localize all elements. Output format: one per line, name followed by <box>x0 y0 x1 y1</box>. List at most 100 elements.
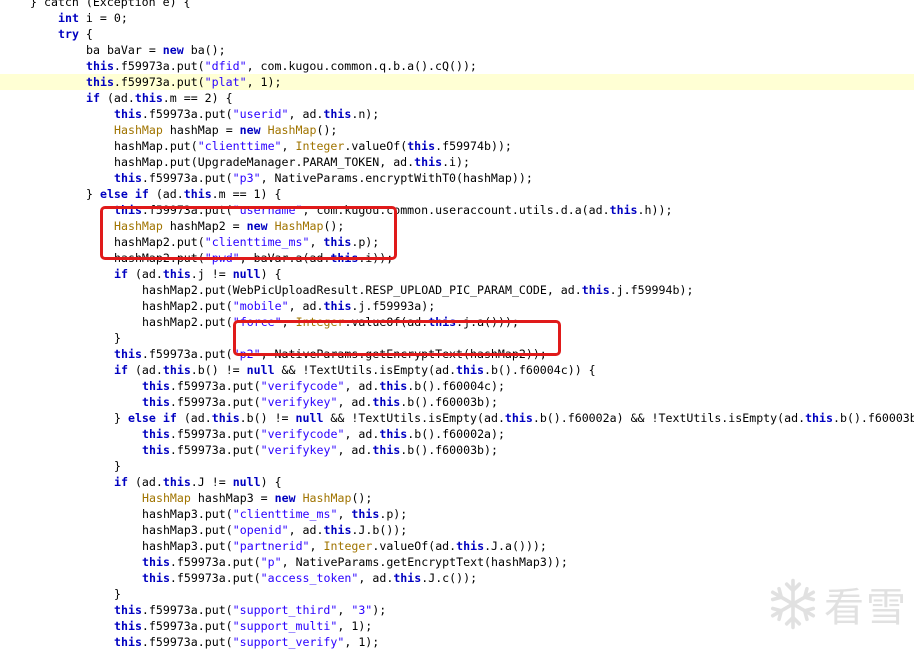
code-token: "verifycode" <box>260 427 345 441</box>
code-token: } <box>114 411 128 425</box>
code-token: i = 0; <box>78 11 128 25</box>
code-token: && !TextUtils.isEmpty(ad. <box>274 363 457 377</box>
code-token: .b().f60004c)) { <box>483 363 596 377</box>
code-line: this.f59973a.put("verifycode", ad.this.b… <box>0 426 914 442</box>
code-token: "verifykey" <box>260 443 338 457</box>
code-token: .J.a())); <box>484 539 547 553</box>
code-line: this.f59973a.put("verifycode", ad.this.b… <box>0 378 914 394</box>
code-token: .f59973a.put( <box>141 603 233 617</box>
code-line: hashMap3.put("openid", ad.this.J.b()); <box>0 522 914 538</box>
code-line: } <box>0 458 914 474</box>
code-token: .b().f60003b <box>833 411 914 425</box>
code-token: if <box>114 475 128 489</box>
code-token: this <box>456 363 484 377</box>
code-token: null <box>295 411 324 425</box>
code-token: this <box>323 523 352 537</box>
code-token: .b().f60002a); <box>407 427 505 441</box>
code-token: .f59973a.put( <box>141 107 233 121</box>
code-token: this <box>114 619 142 633</box>
code-line: this.f59973a.put("p", NativeParams.getEn… <box>0 554 914 570</box>
code-line: hashMap.put("clienttime", Integer.valueO… <box>0 138 914 154</box>
code-token: ) { <box>260 267 282 281</box>
code-token: .f59973a.put( <box>169 555 261 569</box>
code-token: ba baVar = <box>86 43 163 57</box>
code-token: "verifycode" <box>260 379 345 393</box>
code-token: else if <box>127 411 177 425</box>
kanxue-watermark: 看雪 <box>766 575 908 633</box>
code-token: null <box>232 267 261 281</box>
code-token: , ad. <box>288 107 324 121</box>
annotation-box-hashmap2 <box>100 206 397 260</box>
code-token: .p); <box>379 507 408 521</box>
code-token: , NativeParams.getEncryptText(hashMap3))… <box>281 555 568 569</box>
code-token: HashMap <box>267 123 317 137</box>
code-token: if <box>114 363 128 377</box>
code-token: hashMap3.put( <box>142 539 233 553</box>
code-token: this <box>142 443 170 457</box>
code-token: , ad. <box>288 523 324 537</box>
code-token: .m == 2) { <box>162 91 233 105</box>
code-token: .b() != <box>239 411 296 425</box>
code-token: new <box>274 491 296 505</box>
code-token: this <box>86 59 114 73</box>
code-token: .h)); <box>637 203 673 217</box>
code-token: "3" <box>351 603 373 617</box>
code-token: .m == 1) { <box>211 187 282 201</box>
code-token: this <box>183 187 212 201</box>
code-token: "userid" <box>232 107 289 121</box>
code-token: this <box>134 91 163 105</box>
code-token: this <box>114 603 142 617</box>
code-token: , 1); <box>246 75 282 89</box>
code-token: null <box>232 475 261 489</box>
code-token: "support_multi" <box>232 619 338 633</box>
code-token: } <box>114 331 121 345</box>
code-line: } catch (Exception e) { <box>0 0 914 10</box>
code-token: ) { <box>260 475 282 489</box>
code-token: "support_verify" <box>232 635 345 649</box>
code-token: "p3" <box>232 171 261 185</box>
code-token: new <box>239 123 261 137</box>
code-line: this.f59973a.put("dfid", com.kugou.commo… <box>0 58 914 74</box>
code-token: "clienttime_ms" <box>232 507 338 521</box>
code-token: this <box>805 411 833 425</box>
code-token: , <box>281 139 296 153</box>
code-token: this <box>162 475 191 489</box>
code-line: if (ad.this.b() != null && !TextUtils.is… <box>0 362 914 378</box>
code-token: .f59973a.put( <box>169 379 261 393</box>
code-token: .f59973a.put( <box>169 427 261 441</box>
code-token: this <box>504 411 533 425</box>
code-token: this <box>379 427 408 441</box>
snowflake-icon <box>770 578 816 630</box>
code-token: "clienttime" <box>197 139 282 153</box>
code-token: , <box>337 603 352 617</box>
code-token: , ad. <box>344 379 380 393</box>
code-token: .j.f59994b); <box>609 283 694 297</box>
code-token: this <box>372 443 401 457</box>
code-token: this <box>456 539 485 553</box>
code-token: && !TextUtils.isEmpty(ad. <box>323 411 505 425</box>
code-line: if (ad.this.J != null) { <box>0 474 914 490</box>
code-token: this <box>379 379 408 393</box>
code-token: , 1); <box>344 635 380 649</box>
code-token: this <box>162 363 191 377</box>
code-line: if (ad.this.j != null) { <box>0 266 914 282</box>
code-token: , ad. <box>288 299 324 313</box>
code-token: null <box>246 363 275 377</box>
code-token: this <box>114 171 142 185</box>
code-token: this <box>142 379 170 393</box>
code-token: .J != <box>190 475 233 489</box>
watermark-text: 看雪 <box>824 585 908 631</box>
code-line: } else if (ad.this.b() != null && !TextU… <box>0 410 914 426</box>
code-token: this <box>414 155 443 169</box>
code-token: this <box>581 283 610 297</box>
code-token: "plat" <box>204 75 247 89</box>
code-token: Integer <box>323 539 373 553</box>
code-line: hashMap3.put("partnerid", Integer.valueO… <box>0 538 914 554</box>
code-line: ba baVar = new ba(); <box>0 42 914 58</box>
code-token: "verifykey" <box>260 395 338 409</box>
code-token: , <box>337 507 352 521</box>
code-token: , 1); <box>337 619 373 633</box>
code-line: hashMap2.put("mobile", ad.this.j.f59993a… <box>0 298 914 314</box>
code-token: , ad. <box>344 427 380 441</box>
